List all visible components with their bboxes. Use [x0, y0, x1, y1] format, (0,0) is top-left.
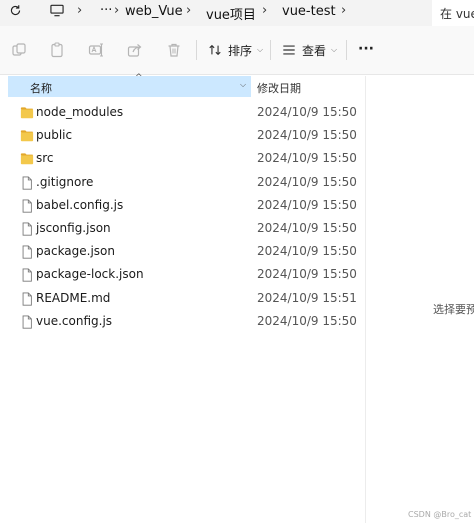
file-icon	[20, 314, 34, 329]
breadcrumb-separator: ›	[341, 3, 347, 18]
view-button[interactable]: 查看 ⌵	[282, 39, 337, 61]
breadcrumb-vue-project[interactable]: vue项目	[206, 4, 256, 23]
sort-icon	[209, 44, 221, 56]
table-row[interactable]: node_modules 2024/10/9 15:50	[8, 101, 357, 123]
table-row[interactable]: package-lock.json 2024/10/9 15:50	[8, 263, 357, 285]
file-name: node_modules	[36, 105, 124, 119]
file-modified-date: 2024/10/9 15:50	[257, 313, 357, 328]
table-row[interactable]: src 2024/10/9 15:50	[8, 147, 357, 169]
file-name: .gitignore	[36, 174, 94, 189]
table-row[interactable]: public 2024/10/9 15:50	[8, 124, 357, 146]
copy-icon[interactable]	[46, 39, 68, 61]
folder-icon	[20, 128, 34, 142]
chevron-down-icon[interactable]: ⌵	[240, 80, 246, 90]
chevron-down-icon: ⌵	[257, 45, 264, 54]
watermark: CSDN @Bro_cat	[408, 510, 472, 519]
file-modified-date: 2024/10/9 15:50	[257, 221, 357, 235]
column-header-modified[interactable]: 修改日期	[257, 80, 301, 96]
address-bar: › ··· › web_Vue › vue项目 › vue-test › 在 v…	[0, 0, 474, 26]
file-name: public	[36, 128, 73, 143]
file-modified-date: 2024/10/9 15:50	[257, 174, 357, 189]
table-row[interactable]: README.md 2024/10/9 15:51	[8, 287, 357, 309]
breadcrumb-more-button[interactable]: ···	[100, 3, 112, 18]
file-modified-date: 2024/10/9 15:50	[257, 267, 357, 282]
file-modified-date: 2024/10/9 15:50	[257, 151, 357, 166]
file-modified-date: 2024/10/9 15:50	[257, 197, 357, 212]
table-row[interactable]: vue.config.js 2024/10/9 15:50	[8, 310, 357, 332]
file-name: src	[36, 151, 54, 166]
sort-button[interactable]: 排序 ⌵	[208, 39, 263, 61]
column-header-name-label: 名称	[30, 82, 52, 95]
breadcrumb-vue-test[interactable]: vue-test	[282, 4, 336, 19]
breadcrumb-web-vue[interactable]: web_Vue	[125, 4, 183, 19]
preview-pane-divider	[365, 76, 366, 523]
delete-icon[interactable]	[163, 39, 185, 61]
refresh-icon[interactable]	[9, 4, 22, 21]
breadcrumb-separator: ›	[262, 3, 268, 18]
file-name: package-lock.json	[36, 267, 144, 282]
more-options-button[interactable]: ···	[358, 38, 374, 60]
folder-icon	[20, 151, 34, 165]
table-row[interactable]: babel.config.js 2024/10/9 15:50	[8, 194, 357, 216]
sort-label: 排序	[228, 43, 253, 58]
file-icon	[20, 267, 34, 282]
file-name: babel.config.js	[36, 197, 124, 212]
toolbar-divider	[196, 40, 197, 60]
table-row[interactable]: package.json 2024/10/9 15:50	[8, 240, 357, 262]
column-header-name[interactable]: ^ 名称 ⌵	[8, 73, 251, 97]
search-input[interactable]: 在 vue	[440, 5, 474, 22]
chevron-down-icon: ⌵	[331, 45, 338, 54]
breadcrumb-separator: ›	[186, 3, 192, 18]
search-box[interactable]: 在 vue	[432, 0, 474, 26]
file-modified-date: 2024/10/9 15:50	[257, 244, 357, 259]
file-icon	[20, 244, 34, 259]
command-bar: 排序 ⌵ 查看 ⌵ ···	[0, 26, 474, 75]
monitor-icon[interactable]	[50, 4, 64, 21]
rename-icon[interactable]	[85, 39, 107, 61]
file-modified-date: 2024/10/9 15:50	[257, 128, 357, 143]
preview-pane-message: 选择要预览	[433, 303, 474, 316]
share-icon[interactable]	[124, 39, 146, 61]
file-name: README.md	[36, 290, 111, 305]
breadcrumb-separator: ›	[114, 3, 120, 18]
file-name: vue.config.js	[36, 313, 113, 328]
folder-icon	[20, 105, 34, 119]
file-modified-date: 2024/10/9 15:50	[257, 105, 357, 119]
file-modified-date: 2024/10/9 15:51	[257, 290, 357, 305]
toolbar-divider	[346, 40, 347, 60]
file-icon	[20, 198, 34, 213]
file-icon	[20, 221, 34, 236]
table-row[interactable]: .gitignore 2024/10/9 15:50	[8, 171, 357, 193]
view-label: 查看	[302, 43, 327, 58]
toolbar-divider	[270, 40, 271, 60]
sort-ascending-icon: ^	[135, 73, 143, 83]
breadcrumb-separator: ›	[77, 3, 83, 18]
view-icon	[283, 45, 295, 55]
more-icon: ···	[358, 41, 374, 57]
file-icon	[20, 291, 34, 306]
table-row[interactable]: jsconfig.json 2024/10/9 15:50	[8, 217, 357, 239]
file-name: package.json	[36, 244, 116, 259]
cut-icon[interactable]	[8, 39, 30, 61]
file-name: jsconfig.json	[36, 221, 111, 235]
file-icon	[20, 175, 34, 190]
